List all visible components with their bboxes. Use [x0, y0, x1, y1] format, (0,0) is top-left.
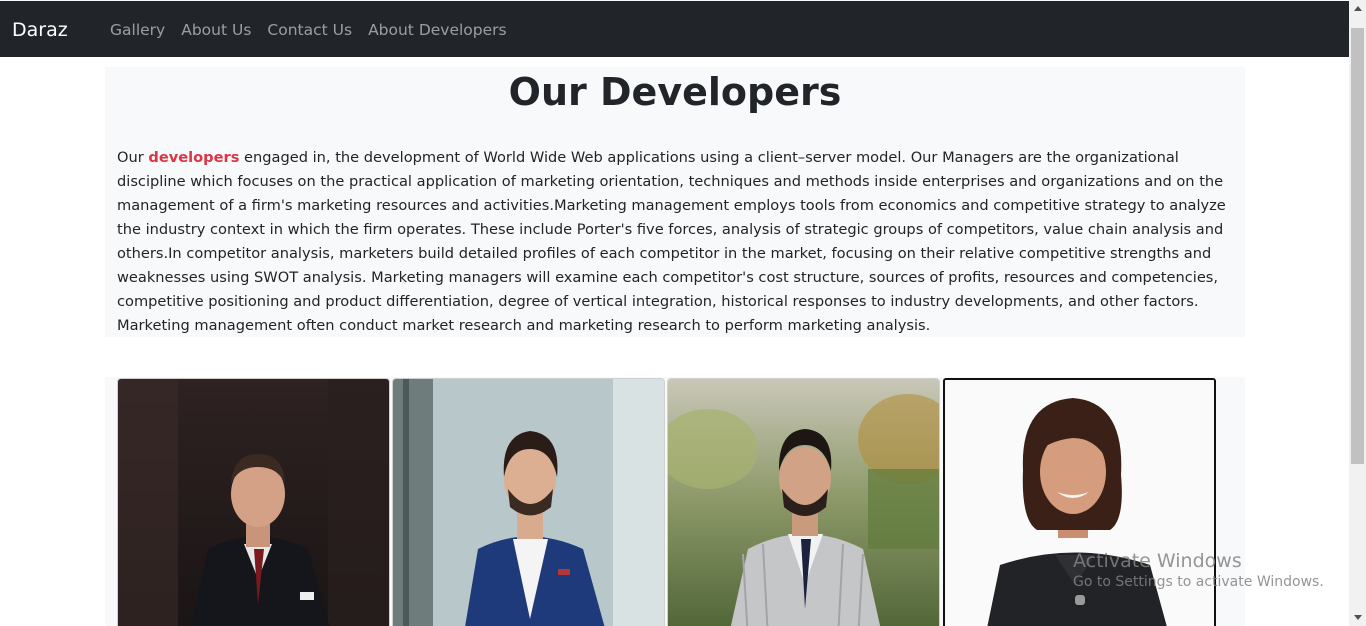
- page-title: Our Developers: [508, 70, 842, 114]
- scroll-down-button[interactable]: [1349, 609, 1366, 626]
- watermark-subtitle: Go to Settings to activate Windows.: [1073, 574, 1324, 590]
- chevron-up-icon: [1353, 6, 1362, 11]
- watermark-title: Activate Windows: [1073, 550, 1242, 572]
- nav-link-contact-us[interactable]: Contact Us: [267, 20, 352, 40]
- developer-photo-2[interactable]: [392, 378, 665, 626]
- developers-description: Our developers engaged in, the developme…: [117, 146, 1235, 338]
- top-navbar: Daraz Gallery About Us Contact Us About …: [0, 0, 1349, 57]
- description-highlight: developers: [148, 149, 240, 166]
- brand-logo-link[interactable]: Daraz: [12, 18, 68, 42]
- vertical-scrollbar[interactable]: [1349, 0, 1366, 626]
- scroll-up-button[interactable]: [1349, 0, 1366, 17]
- scrollbar-thumb[interactable]: [1351, 28, 1364, 464]
- browser-viewport: Daraz Gallery About Us Contact Us About …: [0, 0, 1366, 626]
- description-body: engaged in, the development of World Wid…: [117, 149, 1226, 334]
- nav-link-about-developers[interactable]: About Developers: [368, 20, 507, 40]
- chevron-down-icon: [1353, 615, 1362, 620]
- developer-photo-3[interactable]: [667, 378, 940, 626]
- nav-link-about-us[interactable]: About Us: [181, 20, 251, 40]
- developer-photo-1[interactable]: [117, 378, 390, 626]
- activate-windows-watermark: Activate Windows Go to Settings to activ…: [1073, 549, 1324, 591]
- nav-link-gallery[interactable]: Gallery: [110, 20, 165, 40]
- developers-intro-panel: Our Developers Our developers engaged in…: [105, 67, 1245, 337]
- nav-links: Gallery About Us Contact Us About Develo…: [110, 20, 507, 40]
- description-prefix: Our: [117, 149, 149, 166]
